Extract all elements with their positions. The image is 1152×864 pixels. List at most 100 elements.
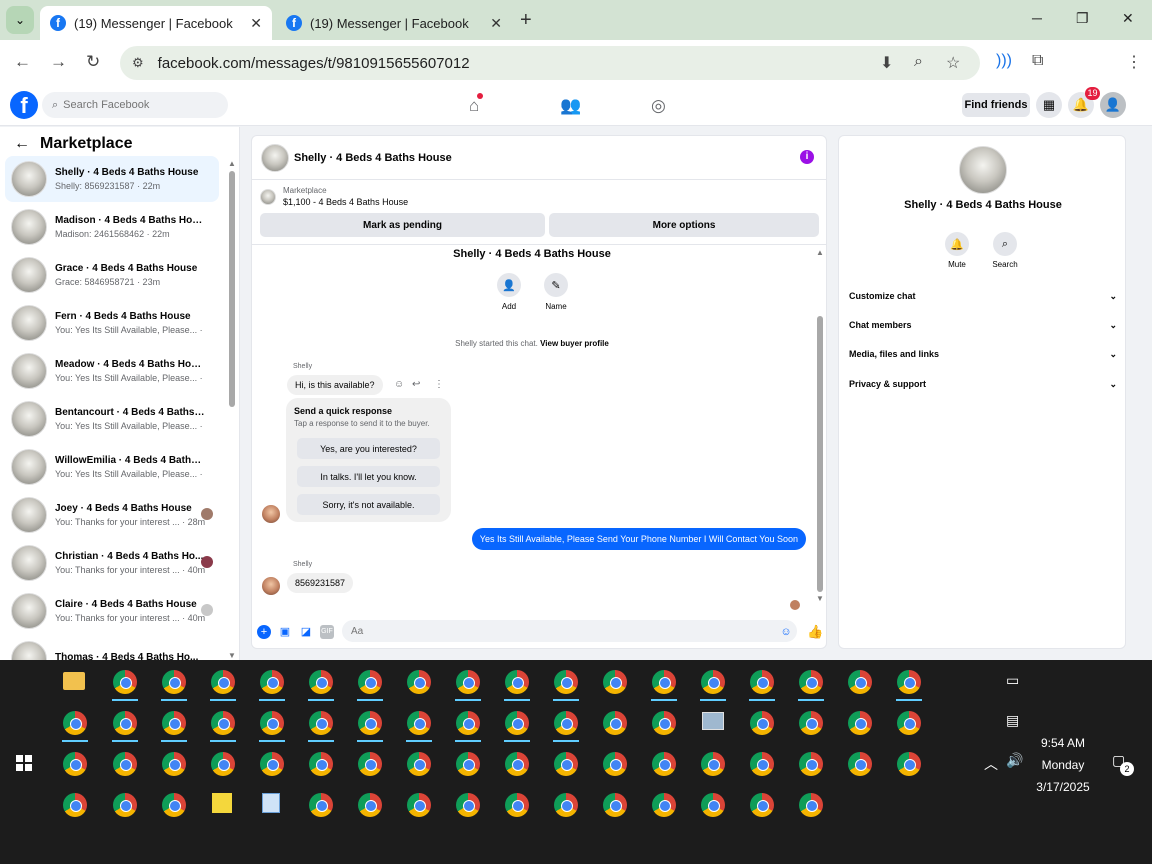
gif-icon[interactable]: GIF bbox=[320, 625, 334, 639]
chrome-taskbar-icon[interactable] bbox=[848, 670, 872, 694]
extensions-icon[interactable]: ⧉ bbox=[1032, 52, 1043, 70]
quick-response-button[interactable]: Yes, are you interested? bbox=[297, 438, 440, 459]
chrome-taskbar-icon[interactable] bbox=[505, 711, 529, 735]
outgoing-message[interactable]: Yes Its Still Available, Please Send You… bbox=[471, 528, 806, 550]
chrome-taskbar-icon[interactable] bbox=[456, 670, 480, 694]
chrome-taskbar-icon[interactable] bbox=[848, 752, 872, 776]
mute-action[interactable]: 🔔 Mute bbox=[937, 232, 977, 269]
scrollbar-thumb[interactable] bbox=[229, 171, 235, 407]
close-tab-icon[interactable]: ✕ bbox=[490, 15, 502, 32]
sender-avatar[interactable] bbox=[262, 505, 280, 523]
scroll-up-icon[interactable]: ▲ bbox=[228, 159, 236, 168]
close-tab-icon[interactable]: ✕ bbox=[250, 15, 262, 32]
chrome-taskbar-icon[interactable] bbox=[407, 793, 431, 817]
chrome-taskbar-icon[interactable] bbox=[554, 752, 578, 776]
listing-summary[interactable]: Marketplace $1,100 - 4 Beds 4 Baths Hous… bbox=[260, 186, 408, 207]
chrome-taskbar-icon[interactable] bbox=[897, 752, 921, 776]
edit-name-action[interactable]: ✎ Name bbox=[531, 273, 581, 311]
minimize-icon[interactable]: ─ bbox=[1032, 10, 1042, 26]
sender-avatar[interactable] bbox=[262, 577, 280, 595]
groups-nav-icon[interactable]: ◎ bbox=[651, 96, 666, 116]
chrome-taskbar-icon[interactable] bbox=[799, 711, 823, 735]
facebook-search[interactable]: ⌕ bbox=[42, 92, 228, 118]
chrome-taskbar-icon[interactable] bbox=[603, 670, 627, 694]
chrome-taskbar-icon[interactable] bbox=[358, 711, 382, 735]
browser-tab-inactive[interactable]: f (19) Messenger | Facebook ✕ bbox=[276, 6, 512, 40]
conversation-item[interactable]: WillowEmilia · 4 Beds 4 Baths ... You: Ye… bbox=[5, 444, 219, 490]
read-aloud-icon[interactable]: ))) bbox=[996, 52, 1012, 70]
back-icon[interactable]: ← bbox=[14, 52, 31, 72]
chrome-taskbar-icon[interactable] bbox=[113, 711, 137, 735]
tray-device-icon[interactable]: ▭ bbox=[1006, 672, 1019, 689]
reload-icon[interactable]: ↻ bbox=[86, 52, 100, 72]
conversation-item[interactable]: Grace · 4 Beds 4 Baths House Grace: 58469… bbox=[5, 252, 219, 298]
chrome-taskbar-icon[interactable] bbox=[456, 752, 480, 776]
forward-icon[interactable]: → bbox=[50, 52, 67, 72]
document-app-icon[interactable] bbox=[262, 793, 280, 813]
chrome-taskbar-icon[interactable] bbox=[848, 711, 872, 735]
listing-avatar-large[interactable] bbox=[959, 146, 1007, 194]
back-arrow-icon[interactable]: ← bbox=[14, 135, 30, 153]
section-customize-chat[interactable]: Customize chat ⌄ bbox=[849, 291, 1117, 302]
browser-tab-active[interactable]: f (19) Messenger | Facebook ✕ bbox=[40, 6, 272, 40]
menu-grid-icon[interactable]: ▦ bbox=[1036, 92, 1062, 118]
chrome-taskbar-icon[interactable] bbox=[701, 752, 725, 776]
chrome-taskbar-icon[interactable] bbox=[113, 793, 137, 817]
emoji-icon[interactable]: ☺ bbox=[779, 625, 793, 639]
sidebar-scrollbar[interactable]: ▲ ▼ bbox=[228, 157, 236, 660]
bookmark-star-icon[interactable]: ☆ bbox=[946, 53, 960, 73]
section-privacy-support[interactable]: Privacy & support ⌄ bbox=[849, 379, 1117, 390]
react-icon[interactable]: ☺ bbox=[394, 379, 404, 390]
chrome-taskbar-icon[interactable] bbox=[799, 752, 823, 776]
incoming-message[interactable]: Hi, is this available? bbox=[287, 375, 383, 395]
photo-icon[interactable]: ▣ bbox=[278, 625, 292, 639]
reply-icon[interactable]: ↩ bbox=[412, 379, 420, 390]
chrome-taskbar-icon[interactable] bbox=[260, 711, 284, 735]
add-people-action[interactable]: 👤 Add bbox=[484, 273, 534, 311]
message-more-icon[interactable]: ⋮ bbox=[434, 379, 444, 390]
find-friends-button[interactable]: Find friends bbox=[962, 93, 1030, 117]
chrome-taskbar-icon[interactable] bbox=[603, 793, 627, 817]
conversation-item[interactable]: Joey · 4 Beds 4 Baths House You: Thanks f… bbox=[5, 492, 219, 538]
plus-icon[interactable]: + bbox=[257, 625, 271, 639]
chrome-taskbar-icon[interactable] bbox=[211, 670, 235, 694]
chat-header-name[interactable]: Shelly · 4 Beds 4 Baths House bbox=[294, 152, 452, 164]
conversation-item[interactable]: Thomas · 4 Beds 4 Baths Ho... bbox=[5, 636, 219, 660]
chrome-taskbar-icon[interactable] bbox=[750, 793, 774, 817]
quick-response-button[interactable]: Sorry, it's not available. bbox=[297, 494, 440, 515]
sticky-notes-icon[interactable] bbox=[212, 793, 232, 813]
chrome-taskbar-icon[interactable] bbox=[750, 752, 774, 776]
chrome-taskbar-icon[interactable] bbox=[554, 793, 578, 817]
conversation-item[interactable]: Madison · 4 Beds 4 Baths House Madison: 2… bbox=[5, 204, 219, 250]
incoming-message[interactable]: 8569231587 bbox=[287, 573, 354, 593]
chrome-taskbar-icon[interactable] bbox=[456, 711, 480, 735]
chrome-taskbar-icon[interactable] bbox=[358, 752, 382, 776]
chrome-taskbar-icon[interactable] bbox=[309, 670, 333, 694]
chrome-taskbar-icon[interactable] bbox=[211, 711, 235, 735]
quick-response-button[interactable]: In talks. I'll let you know. bbox=[297, 466, 440, 487]
chrome-taskbar-icon[interactable] bbox=[407, 711, 431, 735]
chrome-taskbar-icon[interactable] bbox=[701, 670, 725, 694]
more-options-button[interactable]: More options bbox=[549, 213, 819, 237]
chevron-up-icon[interactable]: ︿ bbox=[984, 754, 998, 774]
chrome-taskbar-icon[interactable] bbox=[750, 670, 774, 694]
account-avatar[interactable]: 👤 bbox=[1100, 92, 1126, 118]
chrome-taskbar-icon[interactable] bbox=[652, 711, 676, 735]
message-input[interactable] bbox=[342, 620, 797, 642]
conversation-item[interactable]: Claire · 4 Beds 4 Baths House You: Thanks… bbox=[5, 588, 219, 634]
chrome-taskbar-icon[interactable] bbox=[505, 793, 529, 817]
chrome-taskbar-icon[interactable] bbox=[554, 711, 578, 735]
section-chat-members[interactable]: Chat members ⌄ bbox=[849, 320, 1117, 331]
chrome-taskbar-icon[interactable] bbox=[799, 670, 823, 694]
chrome-taskbar-icon[interactable] bbox=[63, 752, 87, 776]
volume-icon[interactable]: 🔊 bbox=[1006, 752, 1023, 769]
chrome-taskbar-icon[interactable] bbox=[603, 711, 627, 735]
chrome-taskbar-icon[interactable] bbox=[799, 793, 823, 817]
friends-nav-icon[interactable]: 👥 bbox=[560, 96, 581, 116]
section-media-files[interactable]: Media, files and links ⌄ bbox=[849, 349, 1117, 360]
conversation-item[interactable]: Bentancourt · 4 Beds 4 Baths H... You: Ye… bbox=[5, 396, 219, 442]
chrome-taskbar-icon[interactable] bbox=[603, 752, 627, 776]
tab-search-button[interactable]: ⌄ bbox=[6, 6, 34, 34]
scroll-down-icon[interactable]: ▼ bbox=[228, 651, 236, 660]
image-app-icon[interactable] bbox=[702, 712, 724, 730]
